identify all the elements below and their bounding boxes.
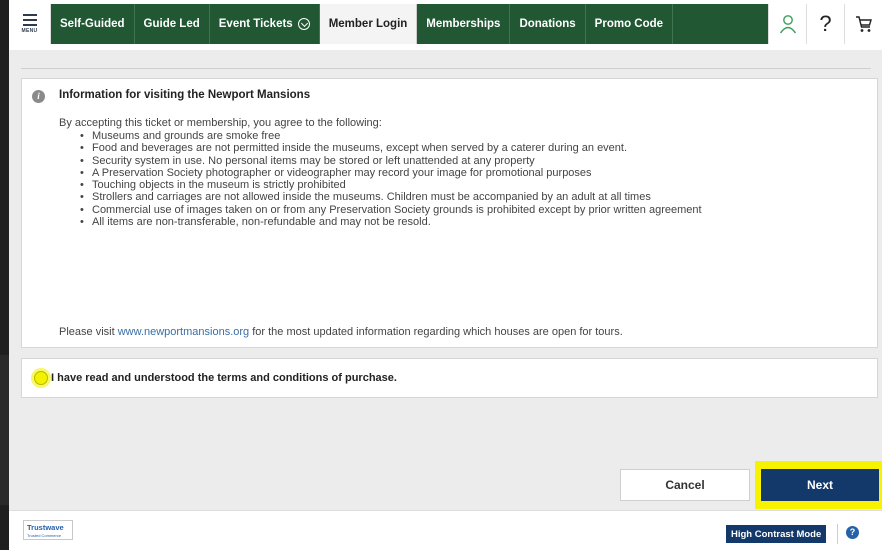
list-item: Strollers and carriages are not allowed … xyxy=(80,191,702,204)
tab-self-guided[interactable]: Self-Guided xyxy=(51,4,135,44)
divider xyxy=(21,68,871,69)
next-button[interactable]: Next xyxy=(761,469,879,501)
cancel-button[interactable]: Cancel xyxy=(620,469,750,501)
high-contrast-button[interactable]: High Contrast Mode xyxy=(726,525,827,543)
info-icon: i xyxy=(32,90,45,103)
info-card: i Information for visiting the Newport M… xyxy=(21,78,878,348)
tab-label: Promo Code xyxy=(594,18,664,30)
scrollbar-thumb[interactable] xyxy=(0,355,9,505)
rules-list: Museums and grounds are smoke free Food … xyxy=(80,130,702,229)
tab-label: Self-Guided xyxy=(60,18,125,30)
list-item: Food and beverages are not permitted ins… xyxy=(80,142,702,155)
newport-mansions-link[interactable]: www.newportmansions.org xyxy=(118,326,249,338)
terms-label: I have read and understood the terms and… xyxy=(51,372,397,384)
help-button[interactable]: ? xyxy=(806,4,844,44)
tab-memberships[interactable]: Memberships xyxy=(417,4,511,44)
terms-card: I have read and understood the terms and… xyxy=(21,358,878,398)
chevron-down-icon xyxy=(297,18,310,30)
tab-donations[interactable]: Donations xyxy=(510,4,586,44)
cart-icon xyxy=(855,16,872,32)
menu-label: MENU xyxy=(21,28,38,34)
tab-event-tickets[interactable]: Event Tickets xyxy=(209,4,320,44)
list-item: All items are non-transferable, non-refu… xyxy=(80,216,702,229)
trustwave-sub: Trusted Commerce xyxy=(27,533,62,538)
visit-prefix: Please visit xyxy=(59,326,115,338)
menu-icon xyxy=(22,14,37,26)
tab-label: Guide Led xyxy=(143,18,200,30)
visit-note: Please visit www.newportmansions.org for… xyxy=(59,326,623,338)
trustwave-seal[interactable]: Trustwave Trusted Commerce xyxy=(23,520,73,540)
left-edge-strip xyxy=(0,0,9,550)
list-item: Touching objects in the museum is strict… xyxy=(80,179,702,192)
nav-bar: MENU Self-Guided Guide Led Event Tickets… xyxy=(9,4,882,44)
tab-guide-led[interactable]: Guide Led xyxy=(134,4,210,44)
terms-radio[interactable] xyxy=(34,371,48,385)
tab-member-login[interactable]: Member Login xyxy=(319,4,418,44)
tab-label: Event Tickets xyxy=(218,18,293,30)
user-icon xyxy=(779,15,796,34)
help-circle-icon[interactable]: ? xyxy=(846,526,859,539)
tab-label: Donations xyxy=(519,18,576,30)
tab-label: Member Login xyxy=(328,18,408,30)
menu-button[interactable]: MENU xyxy=(9,4,51,44)
next-highlight: Next xyxy=(755,461,882,509)
nav-fill xyxy=(673,4,768,44)
tab-label: Memberships xyxy=(426,18,501,30)
account-button[interactable] xyxy=(768,4,806,44)
info-title: Information for visiting the Newport Man… xyxy=(59,89,311,101)
nav-icons: ? xyxy=(768,4,882,44)
cart-button[interactable] xyxy=(844,4,882,44)
help-icon: ? xyxy=(819,11,832,36)
footer: Trustwave Trusted Commerce High Contrast… xyxy=(9,510,882,550)
visit-suffix: for the most updated information regardi… xyxy=(252,326,623,338)
tab-promo-code[interactable]: Promo Code xyxy=(585,4,674,44)
list-item: A Preservation Society photographer or v… xyxy=(80,167,702,180)
trustwave-name: Trustwave xyxy=(27,523,64,532)
footer-divider xyxy=(837,524,838,544)
list-item: Security system in use. No personal item… xyxy=(80,155,702,168)
list-item: Commercial use of images taken on or fro… xyxy=(80,204,702,217)
list-item: Museums and grounds are smoke free xyxy=(80,130,702,143)
info-intro: By accepting this ticket or membership, … xyxy=(59,117,382,129)
top-navigation: MENU Self-Guided Guide Led Event Tickets… xyxy=(9,0,882,50)
main-content: i Information for visiting the Newport M… xyxy=(9,50,882,510)
